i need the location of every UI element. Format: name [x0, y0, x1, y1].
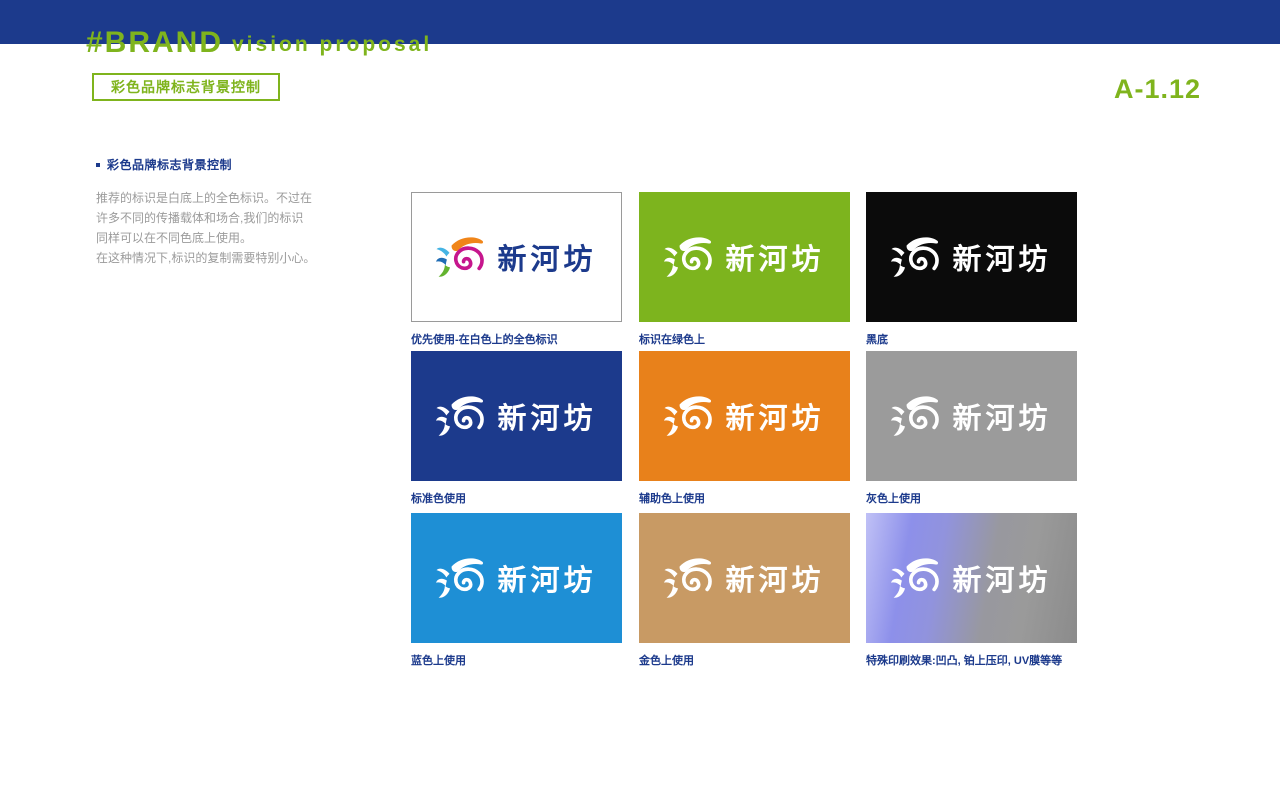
brand-guideline-page: #BRAND vision proposal 彩色品牌标志背景控制 A-1.12…	[0, 0, 1280, 794]
brand-wordmark: 新河坊	[497, 403, 597, 435]
card-label: 金色上使用	[639, 655, 694, 667]
logo-specimen-cell: 新河坊 标准色使用	[411, 351, 637, 506]
card-label: 灰色上使用	[866, 493, 921, 505]
brand-mark-swirl-icon	[436, 557, 485, 598]
brand-wordmark: 新河坊	[725, 565, 825, 597]
brand-mark-swirl-icon	[664, 557, 713, 598]
brand-wordmark: 新河坊	[952, 244, 1052, 276]
brand-mark-swirl-icon	[891, 395, 940, 436]
card-label: 标识在绿色上	[639, 334, 705, 346]
brand-mark-swirl-icon	[891, 236, 940, 277]
logo-card: 新河坊	[866, 192, 1077, 322]
brand-logo: 新河坊	[664, 556, 824, 601]
brand-mark-swirl-icon	[664, 236, 713, 277]
logo-card: 新河坊	[639, 351, 850, 481]
brand-wordmark: 新河坊	[952, 565, 1052, 597]
brand-logo: 新河坊	[891, 235, 1051, 280]
page-title: 彩色品牌标志背景控制	[111, 79, 261, 95]
brand-logo: 新河坊	[664, 394, 824, 439]
logo-specimen-cell: 新河坊 灰色上使用	[866, 351, 1092, 506]
brand-wordmark: 新河坊	[725, 244, 825, 276]
brand-logo: 新河坊	[664, 235, 824, 280]
brand-logo: 新河坊	[436, 556, 596, 601]
logo-card: 新河坊	[639, 192, 850, 322]
card-label: 优先使用-在白色上的全色标识	[411, 334, 558, 346]
sidebar-paragraph: 推荐的标识是白底上的全色标识。不过在 许多不同的传播载体和场合,我们的标识 同样…	[96, 191, 316, 265]
brand-mark-swirl-icon	[436, 236, 485, 277]
brand-logo: 新河坊	[891, 394, 1051, 439]
logo-card: 新河坊	[411, 351, 622, 481]
logo-specimen-cell: 新河坊 蓝色上使用	[411, 513, 637, 668]
card-label: 黑底	[866, 334, 888, 346]
brand-wordmark: 新河坊	[725, 403, 825, 435]
brand-logo: 新河坊	[891, 556, 1051, 601]
page-number: A-1.12	[1114, 74, 1202, 104]
logo-card: 新河坊	[639, 513, 850, 643]
brand-tag-title: #BRAND	[86, 26, 224, 59]
card-label: 标准色使用	[411, 493, 466, 505]
logo-specimen-cell: 新河坊 标识在绿色上	[639, 192, 865, 347]
card-label: 蓝色上使用	[411, 655, 466, 667]
brand-mark-swirl-icon	[664, 395, 713, 436]
page-title-box: 彩色品牌标志背景控制	[92, 73, 280, 101]
brand-subtitle: vision proposal	[232, 33, 433, 56]
brand-wordmark: 新河坊	[952, 403, 1052, 435]
logo-card: 新河坊	[866, 351, 1077, 481]
logo-specimen-cell: 新河坊 优先使用-在白色上的全色标识	[411, 192, 637, 347]
brand-mark-swirl-icon	[891, 557, 940, 598]
logo-card: 新河坊	[411, 513, 622, 643]
brand-mark-swirl-icon	[436, 395, 485, 436]
sidebar-heading-label: 彩色品牌标志背景控制	[107, 158, 233, 172]
brand-logo: 新河坊	[436, 394, 596, 439]
sidebar-heading: 彩色品牌标志背景控制	[96, 156, 232, 173]
brand-wordmark: 新河坊	[497, 565, 597, 597]
logo-specimen-cell: 新河坊 黑底	[866, 192, 1092, 347]
card-label: 辅助色上使用	[639, 493, 705, 505]
bullet-square-icon	[96, 162, 100, 167]
logo-specimen-cell: 新河坊 辅助色上使用	[639, 351, 865, 506]
logo-card: 新河坊	[411, 192, 622, 322]
logo-card: 新河坊	[866, 513, 1077, 643]
brand-wordmark: 新河坊	[497, 244, 597, 276]
card-label: 特殊印刷效果:凹凸, 铂上压印, UV膜等等	[866, 655, 1063, 667]
logo-specimen-cell: 新河坊 特殊印刷效果:凹凸, 铂上压印, UV膜等等	[866, 513, 1092, 668]
logo-specimen-cell: 新河坊 金色上使用	[639, 513, 865, 668]
brand-logo: 新河坊	[436, 235, 596, 280]
